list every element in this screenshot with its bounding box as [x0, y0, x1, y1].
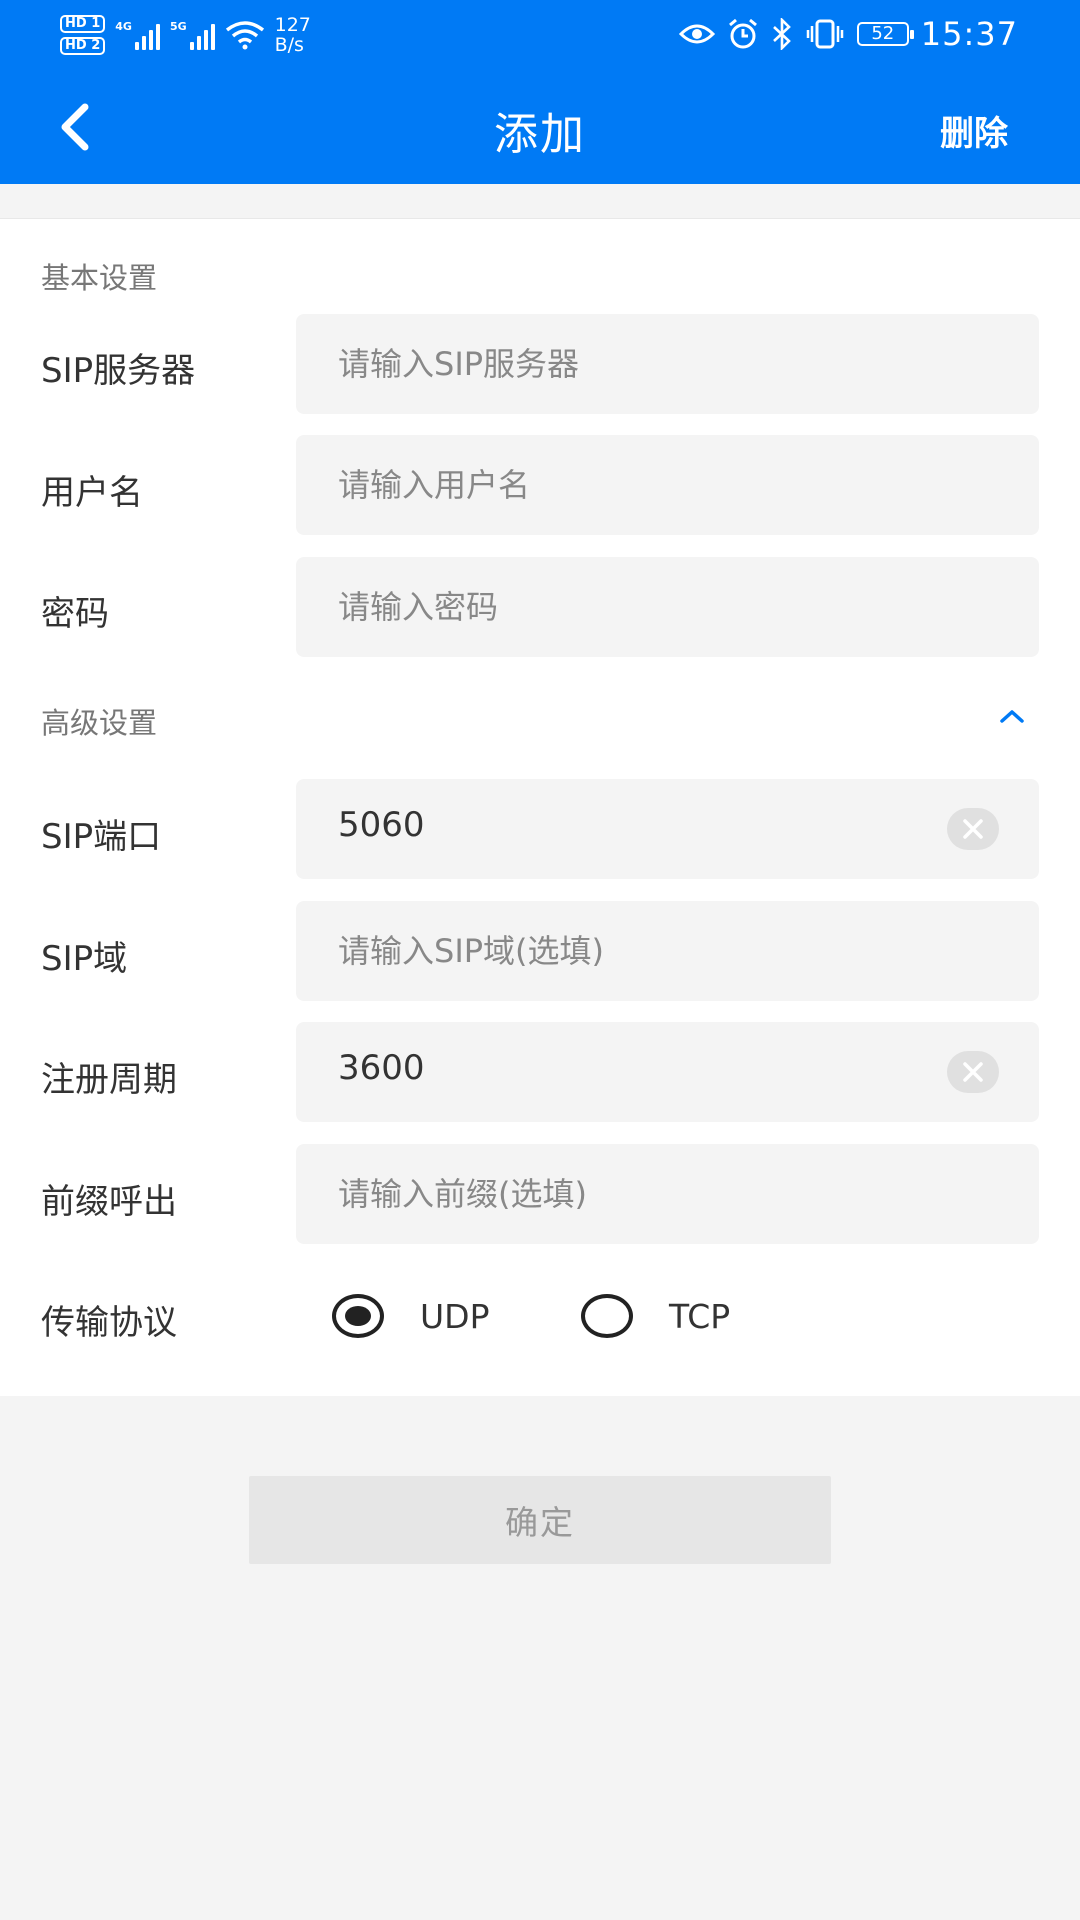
sip-server-placeholder: 请输入SIP服务器	[338, 345, 580, 383]
chevron-up-icon	[1000, 710, 1024, 723]
username-input[interactable]: 请输入用户名	[296, 435, 1039, 535]
sim-indicators: HD 1 HD 2	[60, 15, 106, 55]
form-card: 基本设置 SIP服务器 请输入SIP服务器 用户名 请输入用户名 密码 请输入密…	[0, 218, 1080, 1396]
status-bar: HD 1 HD 2 4G 5G 127 B/s 52 15:37	[0, 0, 1080, 70]
confirm-button[interactable]: 确定	[249, 1476, 831, 1564]
username-label: 用户名	[41, 473, 143, 513]
clear-sip-port-button[interactable]	[947, 808, 999, 850]
app-bar: 添加 删除	[0, 70, 1080, 184]
alarm-icon	[728, 18, 757, 49]
delete-button[interactable]: 删除	[940, 106, 1008, 155]
network-speed: 127 B/s	[274, 14, 311, 56]
page-title: 添加	[494, 109, 586, 160]
radio-tcp[interactable]: TCP	[581, 1294, 730, 1338]
signal-5g-icon: 5G	[170, 20, 215, 50]
vibrate-icon	[806, 19, 844, 49]
sip-domain-input[interactable]: 请输入SIP域(选填)	[296, 901, 1039, 1001]
sip-domain-label: SIP域	[41, 939, 128, 979]
radio-selected-dot	[345, 1306, 371, 1326]
register-period-value: 3600	[338, 1048, 425, 1088]
section-advanced-settings: 高级设置	[41, 706, 158, 740]
close-icon	[963, 1062, 983, 1082]
radio-udp-label: UDP	[420, 1296, 490, 1336]
wifi-icon	[225, 21, 264, 50]
radio-tcp-label: TCP	[669, 1296, 731, 1336]
battery-icon: 52	[856, 22, 914, 46]
sip-domain-placeholder: 请输入SIP域(选填)	[338, 932, 605, 970]
password-label: 密码	[41, 594, 109, 634]
prefix-call-placeholder: 请输入前缀(选填)	[338, 1175, 587, 1213]
prefix-call-label: 前缀呼出	[41, 1182, 177, 1222]
register-period-input[interactable]: 3600	[296, 1022, 1039, 1122]
status-bar-left: HD 1 HD 2 4G 5G 127 B/s	[60, 10, 311, 60]
close-icon	[963, 819, 983, 839]
status-bar-right: 52 15:37	[678, 12, 1018, 56]
radio-tcp-circle[interactable]	[581, 1294, 633, 1338]
clear-register-period-button[interactable]	[947, 1051, 999, 1093]
sim1-hd-badge: HD 1	[60, 15, 106, 33]
signal-4g-icon: 4G	[115, 20, 160, 50]
status-clock: 15:37	[920, 15, 1018, 53]
sim2-hd-badge: HD 2	[60, 37, 106, 55]
password-input[interactable]: 请输入密码	[296, 557, 1039, 657]
collapse-advanced-button[interactable]	[992, 696, 1032, 736]
sip-port-label: SIP端口	[41, 817, 162, 857]
sip-server-label: SIP服务器	[41, 351, 196, 391]
radio-udp-circle[interactable]	[332, 1294, 384, 1338]
bluetooth-icon	[772, 18, 791, 50]
radio-udp[interactable]: UDP	[332, 1294, 489, 1338]
transport-protocol-label: 传输协议	[41, 1303, 177, 1343]
username-placeholder: 请输入用户名	[338, 466, 531, 504]
register-period-label: 注册周期	[41, 1060, 177, 1100]
section-basic-settings: 基本设置	[41, 261, 158, 295]
prefix-call-input[interactable]: 请输入前缀(选填)	[296, 1144, 1039, 1244]
password-placeholder: 请输入密码	[338, 588, 499, 626]
eye-icon	[678, 24, 715, 44]
sip-port-input[interactable]: 5060	[296, 779, 1039, 879]
sip-port-value: 5060	[338, 805, 425, 845]
sip-server-input[interactable]: 请输入SIP服务器	[296, 314, 1039, 414]
